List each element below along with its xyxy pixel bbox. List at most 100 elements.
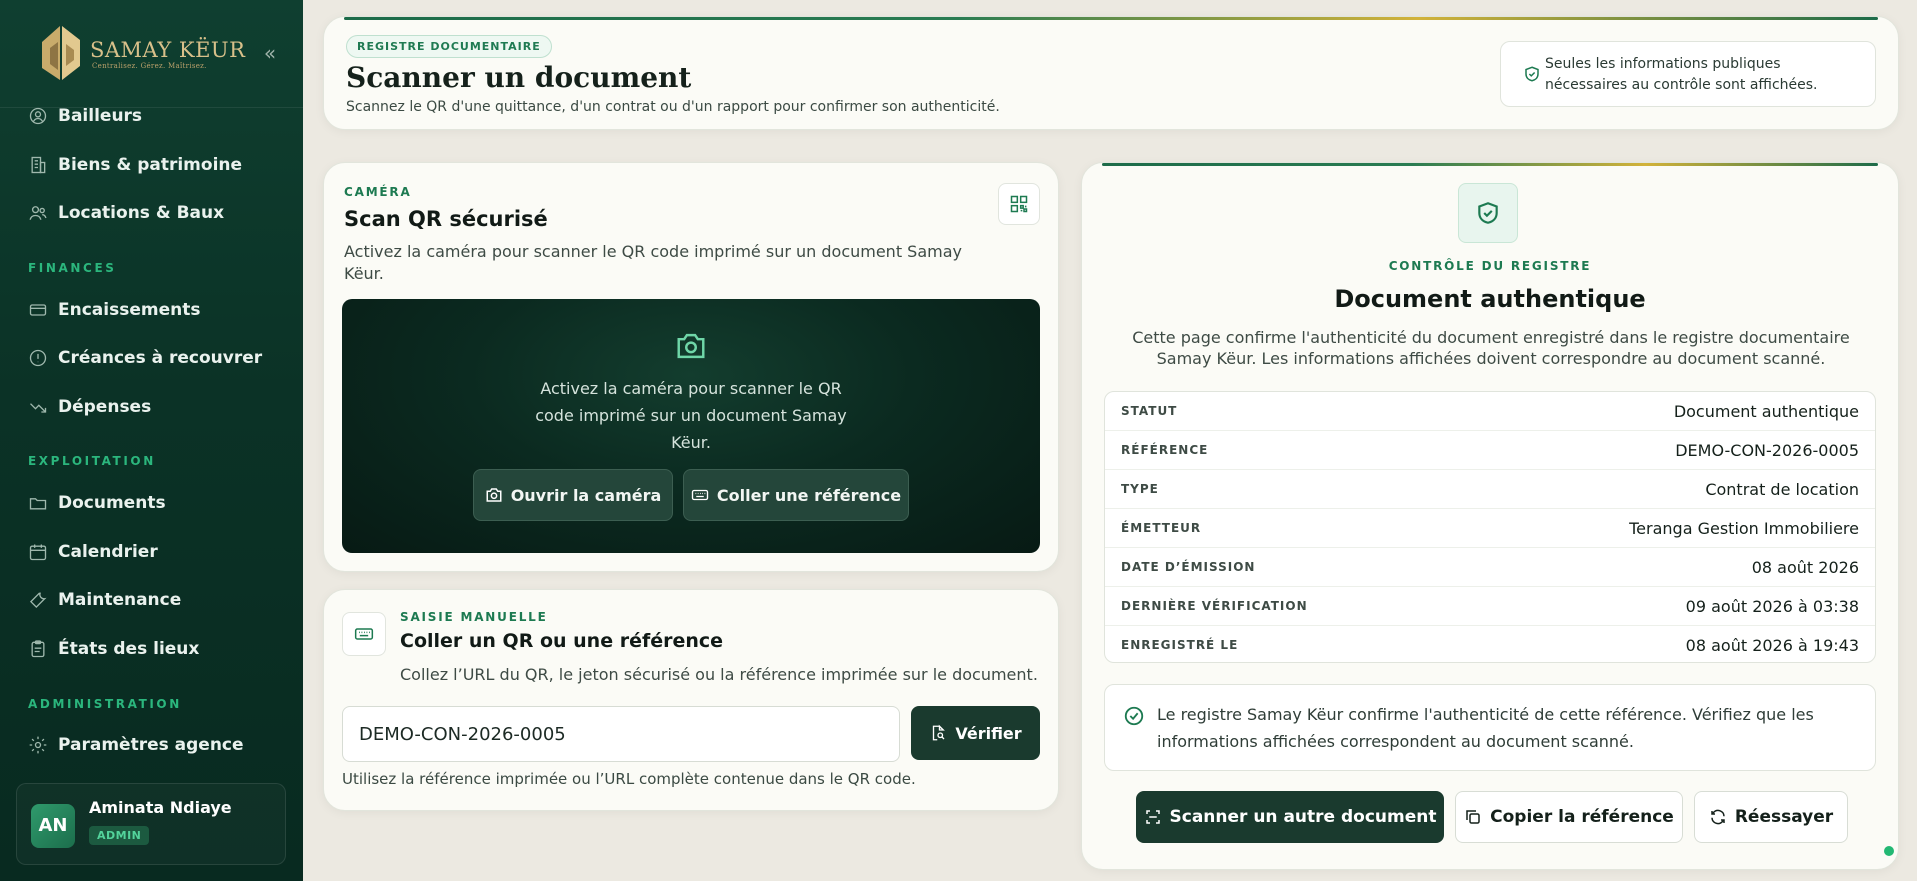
camera-card: CAMÉRA Scan QR sécurisé Activez la camér… (323, 162, 1059, 572)
detail-value: Contrat de location (1705, 480, 1859, 499)
sidebar-item-locations[interactable]: Locations & Baux (20, 195, 285, 231)
copy-icon (1466, 810, 1480, 824)
brand-tagline: Centralisez. Gérez. Maîtrisez. (92, 62, 207, 70)
verify-button[interactable]: Vérifier (911, 706, 1040, 760)
detail-key: ÉMETTEUR (1121, 521, 1202, 535)
user-role-badge: ADMIN (89, 826, 150, 845)
page-header: REGISTRE DOCUMENTAIRE Scanner un documen… (323, 16, 1899, 130)
detail-value: Teranga Gestion Immobiliere (1629, 519, 1859, 538)
sidebar-item-calendrier[interactable]: Calendrier (20, 534, 285, 570)
detail-key: ENREGISTRÉ LE (1121, 638, 1239, 652)
sidebar-item-label: Paramètres agence (58, 735, 244, 755)
avatar: AN (31, 804, 75, 848)
detail-row-last-check: DERNIÈRE VÉRIFICATION 09 août 2026 à 03:… (1105, 587, 1875, 626)
credit-card-icon (20, 300, 58, 320)
header-accent-bar (344, 17, 1878, 20)
sidebar-item-parametres[interactable]: Paramètres agence (20, 727, 285, 763)
camera-preview-text: Activez la caméra pour scanner le QR cod… (535, 379, 847, 452)
camera-eyebrow: CAMÉRA (344, 185, 412, 199)
sidebar-item-encaissements[interactable]: Encaissements (20, 292, 285, 328)
sidebar-item-label: États des lieux (58, 639, 200, 659)
keyboard-icon (691, 489, 709, 501)
detail-value: 08 août 2026 à 19:43 (1685, 636, 1859, 655)
detail-value: 08 août 2026 (1751, 558, 1859, 577)
registry-badge: REGISTRE DOCUMENTAIRE (346, 35, 552, 58)
retry-label: Réessayer (1734, 807, 1834, 827)
result-eyebrow: CONTRÔLE DU REGISTRE (1388, 259, 1592, 273)
detail-row-registered: ENREGISTRÉ LE 08 août 2026 à 19:43 (1105, 626, 1875, 665)
calendar-icon (20, 542, 58, 562)
privacy-notice: Seules les informations publiques nécess… (1500, 41, 1876, 107)
sidebar-item-maintenance[interactable]: Maintenance (20, 582, 285, 618)
brand-name: SAMAY KËUR (90, 38, 246, 62)
user-name: Aminata Ndiaye (89, 798, 232, 817)
scan-another-button[interactable]: Scanner un autre document (1136, 791, 1444, 843)
shield-check-icon (1525, 66, 1539, 82)
sidebar: SAMAY KËUR Centralisez. Gérez. Maîtrisez… (0, 0, 303, 881)
camera-preview[interactable]: Activez la caméra pour scanner le QR cod… (342, 299, 1040, 553)
copy-reference-button[interactable]: Copier la référence (1455, 791, 1683, 843)
detail-key: RÉFÉRENCE (1121, 443, 1209, 457)
sidebar-item-label: Calendrier (58, 542, 158, 562)
privacy-notice-text: Seules les informations publiques nécess… (1545, 56, 1818, 93)
sidebar-item-label: Dépenses (58, 397, 152, 417)
result-description: Cette page confirme l'authenticité du do… (1132, 328, 1850, 368)
qr-code-button[interactable] (998, 183, 1040, 225)
sidebar-item-bailleurs[interactable]: Bailleurs (20, 98, 285, 134)
detail-key: DATE D’ÉMISSION (1121, 560, 1256, 574)
manual-entry-card: SAISIE MANUELLE Coller un QR ou une réfé… (323, 589, 1059, 811)
refresh-icon (1711, 809, 1725, 825)
camera-description: Activez la caméra pour scanner le QR cod… (344, 242, 962, 283)
scan-another-label: Scanner un autre document (1169, 807, 1437, 827)
camera-icon (486, 488, 502, 502)
check-circle-icon (1124, 706, 1144, 726)
wrench-icon (20, 590, 58, 610)
result-title: Document authentique (1334, 285, 1646, 313)
open-camera-button[interactable]: Ouvrir la caméra (473, 469, 673, 521)
trend-down-icon (20, 397, 58, 417)
retry-button[interactable]: Réessayer (1694, 791, 1848, 843)
manual-eyebrow: SAISIE MANUELLE (400, 610, 548, 624)
shield-check-icon (1458, 183, 1518, 243)
sidebar-item-etats-des-lieux[interactable]: États des lieux (20, 631, 285, 667)
sidebar-item-label: Locations & Baux (58, 203, 225, 223)
sidebar-item-documents[interactable]: Documents (20, 485, 285, 521)
detail-key: TYPE (1121, 482, 1159, 496)
sidebar-item-label: Biens & patrimoine (58, 155, 243, 175)
sidebar-item-label: Maintenance (58, 590, 182, 610)
sidebar-item-label: Documents (58, 493, 166, 513)
detail-row-type: TYPE Contrat de location (1105, 470, 1875, 509)
detail-row-issue-date: DATE D’ÉMISSION 08 août 2026 (1105, 548, 1875, 587)
file-search-icon (933, 724, 946, 741)
nav-section-exploitation: EXPLOITATION (28, 454, 156, 468)
detail-value: DEMO-CON-2026-0005 (1675, 441, 1859, 460)
copy-reference-label: Copier la référence (1490, 807, 1674, 827)
detail-row-issuer: ÉMETTEUR Teranga Gestion Immobiliere (1105, 509, 1875, 548)
sidebar-item-depenses[interactable]: Dépenses (20, 389, 285, 425)
sidebar-item-biens[interactable]: Biens & patrimoine (20, 147, 285, 183)
paste-reference-button[interactable]: Coller une référence (683, 469, 909, 521)
verify-label: Vérifier (955, 723, 1022, 743)
collapse-sidebar-icon[interactable]: « (259, 42, 281, 64)
page-subtitle: Scannez le QR d'une quittance, d'un cont… (346, 99, 1000, 115)
manual-hint: Utilisez la référence imprimée ou l’URL … (342, 770, 916, 788)
user-card[interactable]: AN Aminata Ndiaye ADMIN (16, 783, 286, 865)
manual-title: Coller un QR ou une référence (400, 630, 724, 652)
confirmation-message: Le registre Samay Këur confirme l'authen… (1104, 684, 1876, 771)
user-circle-icon (20, 106, 58, 126)
detail-value: 09 août 2026 à 03:38 (1685, 597, 1859, 616)
confirmation-text: Le registre Samay Këur confirme l'authen… (1157, 705, 1814, 751)
folder-icon (20, 493, 58, 513)
reference-input[interactable] (342, 706, 900, 762)
sidebar-item-label: Encaissements (58, 300, 201, 320)
paste-reference-label: Coller une référence (716, 485, 902, 505)
sidebar-item-creances[interactable]: Créances à recouvrer (20, 340, 285, 376)
detail-row-status: STATUT Document authentique (1105, 392, 1875, 431)
open-camera-label: Ouvrir la caméra (510, 485, 662, 505)
brand-logo-icon (42, 26, 80, 80)
detail-row-reference: RÉFÉRENCE DEMO-CON-2026-0005 (1105, 431, 1875, 470)
status-dot (1884, 846, 1894, 856)
detail-key: STATUT (1121, 404, 1178, 418)
scan-icon (1145, 810, 1160, 824)
page-title: Scanner un document (346, 61, 692, 94)
